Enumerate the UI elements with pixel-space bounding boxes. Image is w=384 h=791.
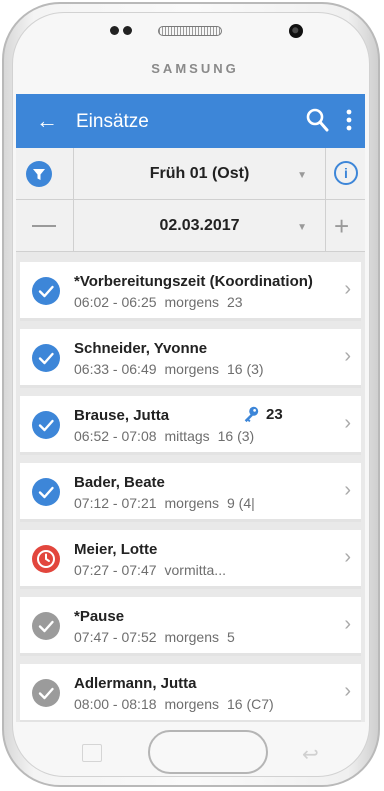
item-details: 06:33 - 06:49 morgens 16 (3) [74,361,272,377]
item-time: 07:47 - 07:52 [74,629,157,645]
chevron-right-icon: › [344,278,351,300]
item-name: Brause, Jutta [74,407,170,424]
app-screen: ← Einsätze Früh 01 (Ost) ▼ i 02.03.2017 [16,94,365,722]
check-icon [32,478,60,506]
item-period: morgens [164,294,219,310]
assignment-list: *Vorbereitungszeit (Koordination) 06:02 … [16,262,365,722]
list-item[interactable]: Schneider, Yvonne 06:33 - 06:49 morgens 16… [20,329,361,388]
system-back-icon[interactable]: ↩ [302,742,319,767]
previous-day-button[interactable] [16,200,74,251]
chevron-down-icon: ▼ [297,222,307,233]
next-day-button[interactable]: + [325,200,365,251]
more-vert-icon[interactable] [346,108,352,132]
item-name: Schneider, Yvonne [74,340,208,357]
chevron-right-icon: › [344,345,351,367]
search-icon[interactable] [304,106,330,134]
item-count: 16 (3) [226,361,264,377]
check-icon [32,277,60,305]
check-icon [32,679,60,707]
filter-icon [26,161,52,187]
list-item[interactable]: Brause, Jutta 23 06:52 - 07:08 mittags 16 … [20,396,361,455]
item-count: 23 [226,294,243,310]
list-item[interactable]: Meier, Lotte 07:27 - 07:47 vormitta... › [20,530,361,589]
item-time: 07:12 - 07:21 [74,495,157,511]
item-time: 06:52 - 07:08 [74,428,157,444]
list-item[interactable]: Bader, Beate 07:12 - 07:21 morgens 9 (4| › [20,463,361,522]
date-select[interactable]: 02.03.2017 [74,217,325,235]
shift-select[interactable]: Früh 01 (Ost) [74,165,325,183]
item-details: 06:02 - 06:25 morgens 23 [74,294,251,310]
home-button[interactable] [148,730,268,774]
item-period: morgens [164,629,219,645]
clock-icon [32,545,60,573]
item-details: 07:27 - 07:47 vormitta... [74,562,234,578]
item-details: 07:47 - 07:52 morgens 5 [74,629,243,645]
chevron-right-icon: › [344,546,351,568]
shift-filter-bar: Früh 01 (Ost) ▼ i [16,148,365,200]
list-item[interactable]: *Pause 07:47 - 07:52 morgens 5 › [20,597,361,656]
item-period: morgens [164,495,219,511]
item-period: mittags [164,428,210,444]
key-icon [244,406,259,423]
chevron-right-icon: › [344,479,351,501]
plus-icon: + [334,211,350,241]
key-badge: 23 [242,405,283,423]
info-icon: i [334,161,358,185]
item-details: 06:52 - 07:08 mittags 16 (3) [74,428,262,444]
arrow-left-icon[interactable]: ← [36,108,58,134]
chevron-right-icon: › [344,613,351,635]
key-number: 23 [266,405,283,423]
app-bar: ← Einsätze [16,94,365,148]
recent-apps-icon[interactable] [82,744,102,762]
date-bar: 02.03.2017 ▼ + [16,200,365,252]
item-period: morgens [164,696,219,712]
item-time: 06:33 - 06:49 [74,361,157,377]
item-period: vormitta... [164,562,226,578]
filter-button[interactable] [16,148,74,199]
item-name: Meier, Lotte [74,541,158,558]
check-icon [32,411,60,439]
item-name: Adlermann, Jutta [74,675,197,692]
sensor-dots [110,26,132,35]
chevron-right-icon: › [344,680,351,702]
page-title: Einsätze [76,111,149,132]
check-icon [32,344,60,372]
item-name: Bader, Beate [74,474,165,491]
chevron-right-icon: › [344,412,351,434]
item-count: 16 (3) [217,428,255,444]
item-time: 07:27 - 07:47 [74,562,157,578]
item-period: morgens [164,361,219,377]
item-details: 07:12 - 07:21 morgens 9 (4| [74,495,263,511]
chevron-down-icon: ▼ [297,170,307,181]
item-count: 16 (C7) [226,696,274,712]
item-count: 9 (4| [226,495,255,511]
item-details: 08:00 - 08:18 morgens 16 (C7) [74,696,282,712]
hardware-nav-area: ↩ [16,722,365,786]
item-count: 5 [226,629,235,645]
info-button[interactable]: i [325,148,365,199]
earpiece-speaker [158,26,222,36]
list-item[interactable]: Adlermann, Jutta 08:00 - 08:18 morgens 16 … [20,664,361,722]
item-name: *Vorbereitungszeit (Koordination) [74,273,313,290]
list-item[interactable]: *Vorbereitungszeit (Koordination) 06:02 … [20,262,361,321]
item-name: *Pause [74,608,125,625]
item-time: 08:00 - 08:18 [74,696,157,712]
brand-logo: SAMSUNG [151,61,239,76]
front-camera [289,24,303,38]
check-icon [32,612,60,640]
item-time: 06:02 - 06:25 [74,294,157,310]
minus-icon [32,225,56,227]
